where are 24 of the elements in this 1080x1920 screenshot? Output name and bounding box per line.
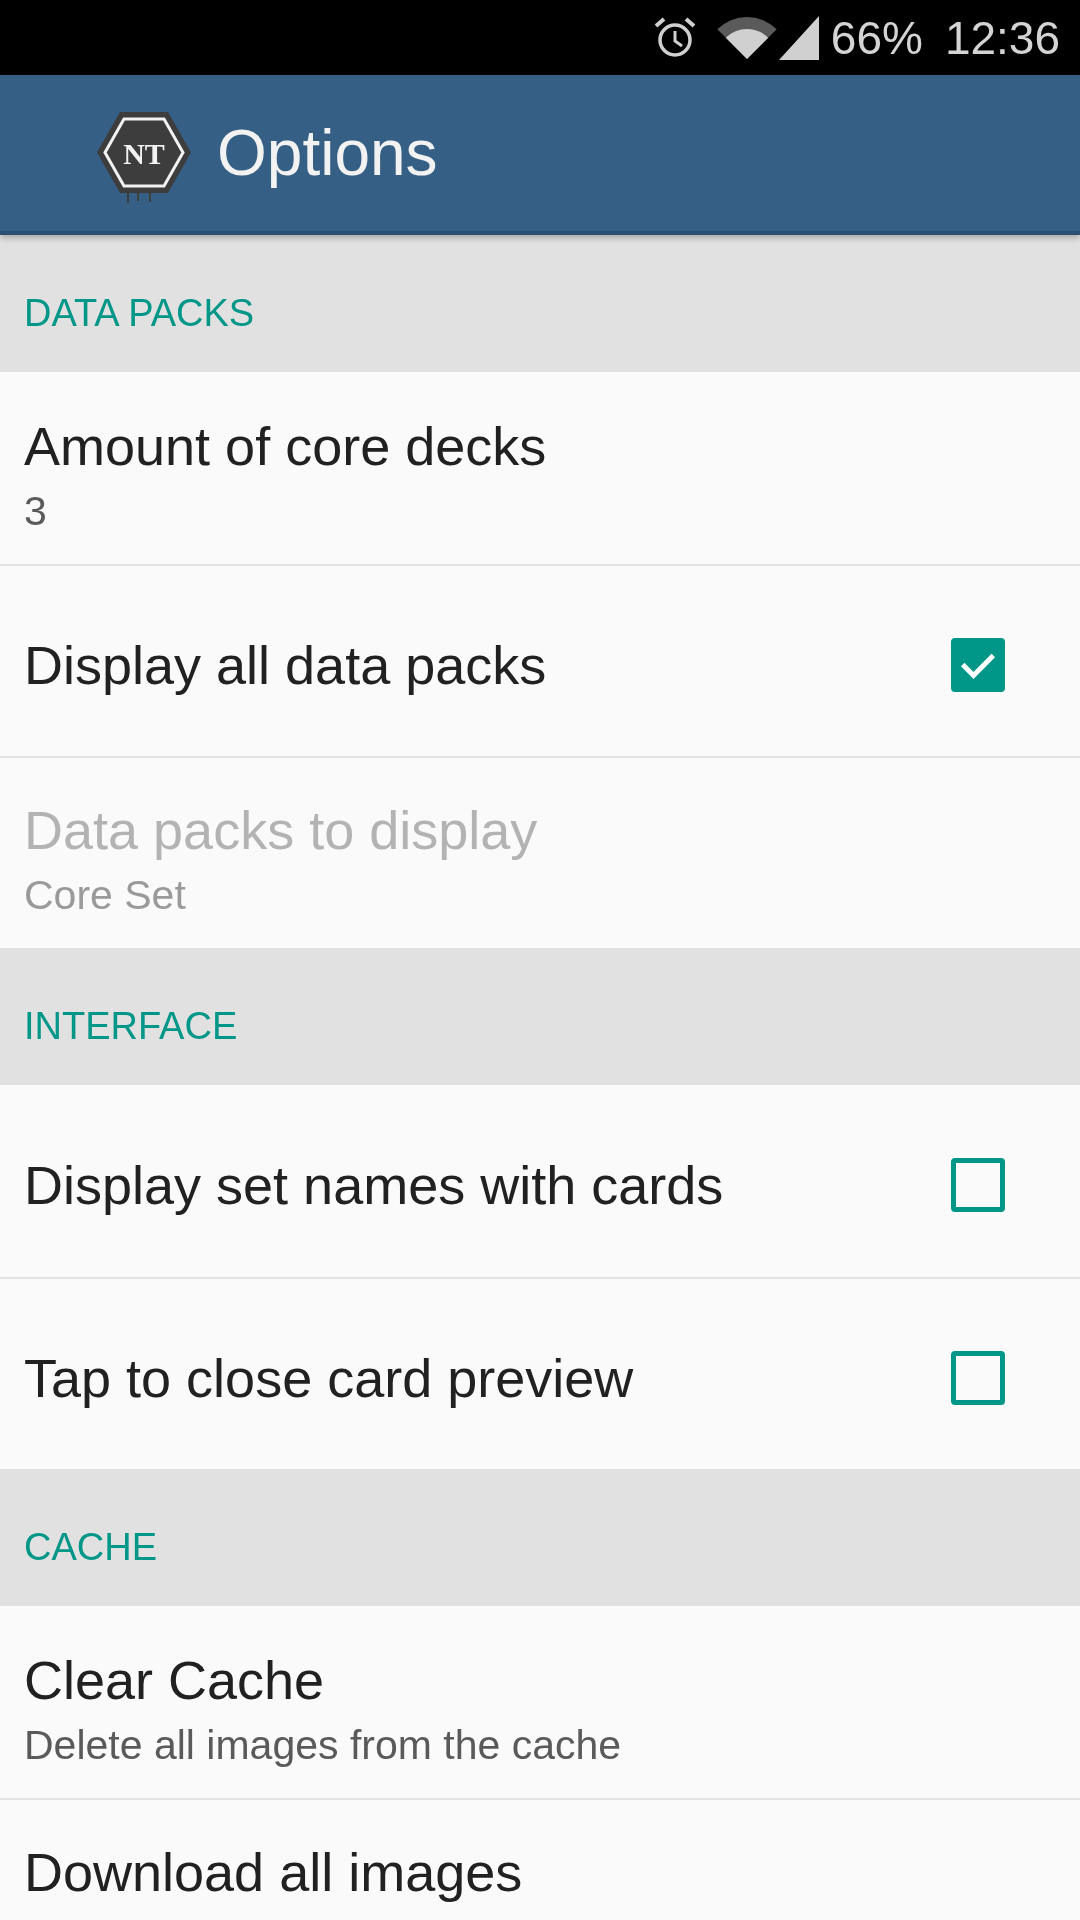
setting-title: Clear Cache bbox=[24, 1649, 326, 1711]
checkbox[interactable] bbox=[951, 638, 1005, 692]
setting-summary: 3 bbox=[24, 487, 48, 535]
section-header: INTERFACE bbox=[0, 948, 1080, 1085]
setting-summary: Delete all images from the cache bbox=[24, 1721, 623, 1769]
app-logo: NT bbox=[96, 111, 192, 205]
wifi-icon bbox=[716, 14, 777, 61]
section-header: DATA PACKS bbox=[0, 235, 1080, 372]
setting-title: Tap to close card preview bbox=[24, 1347, 634, 1409]
setting-title: Data packs to display bbox=[24, 799, 539, 861]
setting-title: Amount of core decks bbox=[24, 415, 548, 477]
signal-icon bbox=[778, 15, 819, 60]
battery-percent: 66% bbox=[830, 11, 923, 64]
checkbox[interactable] bbox=[951, 1158, 1005, 1212]
setting-summary: Core Set bbox=[24, 871, 187, 919]
setting-title: Display set names with cards bbox=[24, 1154, 724, 1216]
section-header: CACHE bbox=[0, 1469, 1080, 1606]
alarm-clock-icon bbox=[652, 15, 697, 60]
checkbox[interactable] bbox=[951, 1351, 1005, 1405]
screen-title: Options bbox=[217, 116, 438, 190]
clock-time: 12:36 bbox=[944, 11, 1060, 64]
checkmark-icon bbox=[960, 651, 996, 679]
setting-title: Display all data packs bbox=[24, 634, 547, 696]
setting-title: Download all images bbox=[24, 1841, 524, 1903]
